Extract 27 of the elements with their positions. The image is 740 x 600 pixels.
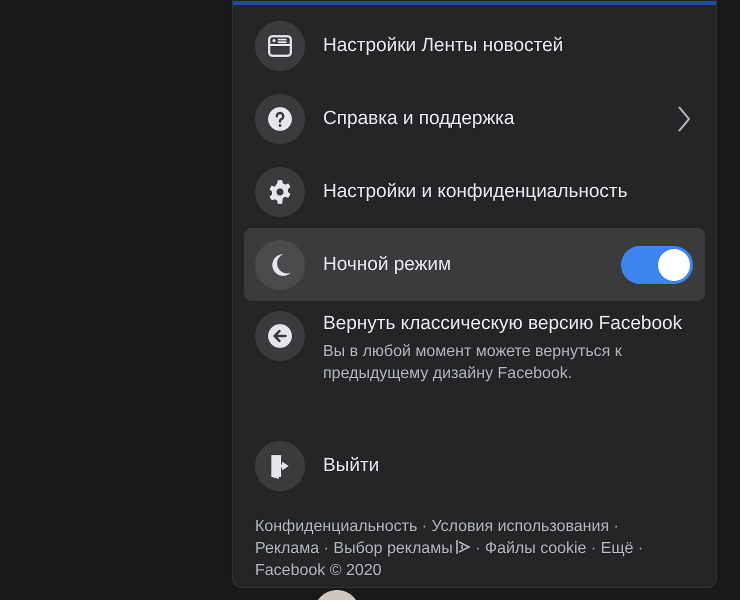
settings-icon: [267, 178, 293, 204]
menu-item-label: Настройки Ленты новостей: [323, 34, 564, 58]
menu-item-label: Ночной режим: [323, 252, 452, 276]
footer-link[interactable]: Реклама: [255, 540, 320, 557]
chevron-right-icon: [677, 104, 691, 132]
menu-item-label: Настройки и конфиденциальность: [323, 180, 629, 204]
ad-choices-icon[interactable]: [454, 539, 471, 555]
footer-link[interactable]: Условия использования: [432, 518, 610, 535]
menu-item-label: Вернуть классическую версию Facebook: [323, 312, 684, 336]
footer-links: Конфиденциальность · Условия использования · Реклама · Выбор рекламы · Файлы cookie · Ещё · Facebook © 2020: [255, 517, 644, 581]
menu-item-label: Выйти: [323, 454, 380, 478]
menu-item[interactable]: Настройки Ленты новостей: [244, 9, 705, 82]
menu-item[interactable]: Ночной режим: [244, 228, 705, 301]
menu-item-description: Вы в любой момент можете вернуться к предыдущему дизайну Facebook.: [323, 342, 623, 384]
menu-item-label: Справка и поддержка: [323, 106, 516, 130]
toggle-switch[interactable]: [621, 246, 693, 284]
help-icon: [267, 106, 293, 132]
copyright-text: Facebook © 2020: [255, 562, 382, 579]
news-feed-icon: [267, 32, 293, 58]
footer-link[interactable]: Конфиденциальность: [255, 518, 418, 535]
menu-item[interactable]: Настройки и конфиденциальность: [244, 155, 705, 228]
menu-item[interactable]: Выйти: [244, 429, 705, 502]
menu-item[interactable]: Вернуть классическую версию Facebook Вы в любой момент можете вернуться к предыдущему дизайну Facebook.: [244, 301, 705, 429]
menu-item[interactable]: Справка и поддержка: [244, 82, 705, 155]
footer-link[interactable]: Файлы cookie: [484, 540, 586, 557]
footer-link[interactable]: Выбор рекламы: [333, 540, 453, 557]
footer-link[interactable]: Ещё: [600, 540, 634, 557]
